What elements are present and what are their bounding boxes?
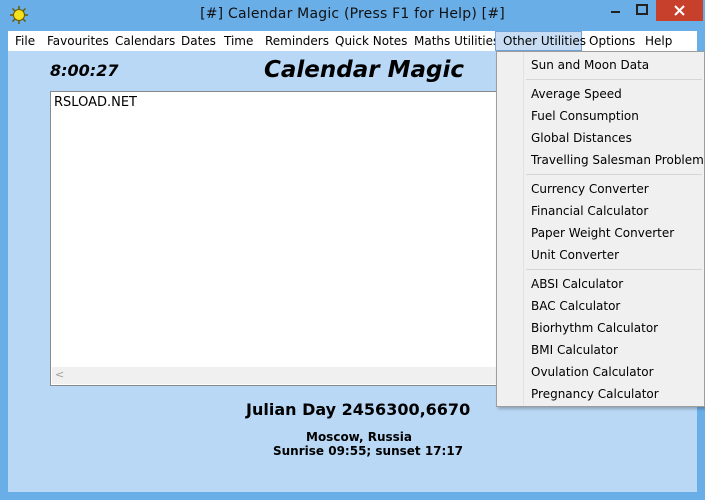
title-bar[interactable]: [#] Calendar Magic (Press F1 for Help) [… (0, 0, 705, 31)
menu-item-unit-converter[interactable]: Unit Converter (531, 248, 619, 262)
notes-text: RSLOAD.NET (54, 95, 137, 110)
close-button[interactable] (656, 0, 703, 21)
menu-item-paper-weight-converter[interactable]: Paper Weight Converter (531, 226, 674, 240)
menu-gutter (523, 52, 524, 406)
menu-separator (526, 79, 702, 80)
menu-file[interactable]: File (8, 31, 42, 51)
scroll-left-icon[interactable]: < (55, 368, 64, 381)
minimize-button[interactable] (600, 0, 630, 21)
menu-item-bmi-calculator[interactable]: BMI Calculator (531, 343, 618, 357)
location-label: Moscow, Russia (306, 430, 413, 444)
sun-times: Sunrise 09:55; sunset 17:17 (273, 444, 464, 458)
menu-help[interactable]: Help (638, 31, 679, 51)
menu-quick-notes[interactable]: Quick Notes (328, 31, 414, 51)
menu-item-travelling-salesman[interactable]: Travelling Salesman Problem (531, 153, 704, 167)
menu-item-average-speed[interactable]: Average Speed (531, 87, 622, 101)
menu-other-utilities[interactable]: Other Utilities (495, 31, 586, 51)
menu-bar: File Favourites Calendars Dates Time Rem… (8, 31, 697, 51)
notes-textarea[interactable]: RSLOAD.NET < (50, 91, 530, 386)
app-heading: Calendar Magic (264, 57, 464, 83)
menu-favourites[interactable]: Favourites (40, 31, 116, 51)
clock-display: 8:00:27 (50, 61, 119, 80)
maximize-icon (636, 4, 648, 15)
menu-item-sun-moon-data[interactable]: Sun and Moon Data (531, 58, 649, 72)
menu-item-biorhythm-calculator[interactable]: Biorhythm Calculator (531, 321, 658, 335)
menu-item-absi-calculator[interactable]: ABSI Calculator (531, 277, 623, 291)
close-icon (674, 5, 685, 16)
menu-item-pregnancy-calculator[interactable]: Pregnancy Calculator (531, 387, 659, 401)
menu-time[interactable]: Time (217, 31, 260, 51)
menu-item-financial-calculator[interactable]: Financial Calculator (531, 204, 648, 218)
maximize-button[interactable] (628, 0, 656, 21)
minimize-icon (611, 11, 620, 13)
menu-item-ovulation-calculator[interactable]: Ovulation Calculator (531, 365, 654, 379)
menu-options[interactable]: Options (582, 31, 642, 51)
menu-item-fuel-consumption[interactable]: Fuel Consumption (531, 109, 639, 123)
menu-separator (526, 269, 702, 270)
menu-item-bac-calculator[interactable]: BAC Calculator (531, 299, 620, 313)
other-utilities-menu: Sun and Moon Data Average Speed Fuel Con… (496, 51, 705, 407)
menu-item-currency-converter[interactable]: Currency Converter (531, 182, 649, 196)
menu-calendars[interactable]: Calendars (108, 31, 182, 51)
app-window: [#] Calendar Magic (Press F1 for Help) [… (0, 0, 705, 500)
menu-reminders[interactable]: Reminders (258, 31, 336, 51)
menu-dates[interactable]: Dates (174, 31, 223, 51)
horizontal-scrollbar[interactable]: < (52, 367, 528, 384)
julian-day: Julian Day 2456300,6670 (246, 400, 471, 419)
menu-separator (526, 174, 702, 175)
menu-maths-utilities[interactable]: Maths Utilities (407, 31, 506, 51)
menu-item-global-distances[interactable]: Global Distances (531, 131, 632, 145)
